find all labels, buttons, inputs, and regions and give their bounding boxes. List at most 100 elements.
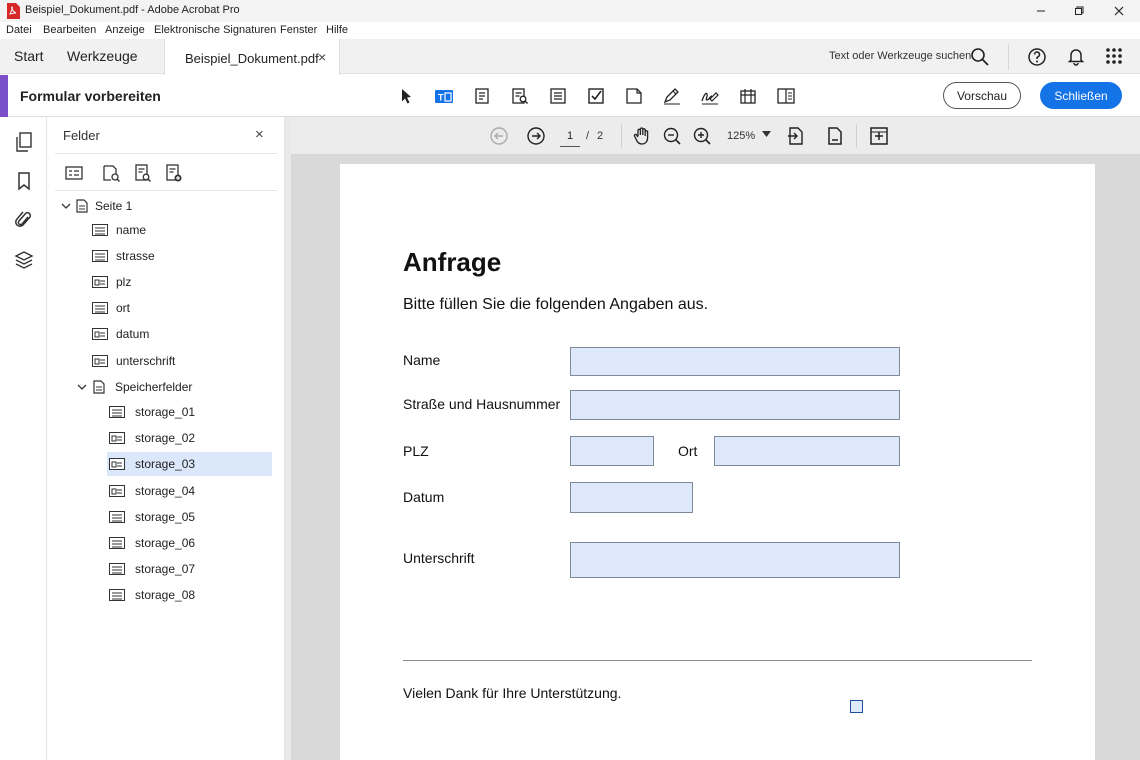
text-field-icon — [92, 250, 108, 263]
form-field-strasse[interactable] — [570, 390, 900, 420]
tree-group-node[interactable]: Speicherfelder — [93, 375, 192, 399]
menu-datei[interactable]: Datei — [6, 24, 32, 36]
document-footer: Vielen Dank für Ihre Unterstützung. — [403, 685, 622, 701]
field-properties-icon[interactable] — [64, 163, 84, 183]
minimize-button[interactable] — [1022, 0, 1060, 22]
add-field-icon[interactable] — [164, 163, 184, 183]
form-field-plz[interactable] — [570, 436, 654, 466]
select-cursor-icon[interactable] — [395, 86, 417, 106]
tree-field-label: storage_03 — [135, 457, 196, 472]
sign-tool-icon[interactable] — [699, 86, 721, 106]
menu-bearbeiten[interactable]: Bearbeiten — [43, 24, 96, 36]
list-box-icon[interactable] — [547, 86, 569, 106]
text-field-icon — [109, 537, 125, 549]
tree-field-plz[interactable]: plz — [92, 270, 131, 294]
hand-tool-icon[interactable] — [632, 126, 652, 146]
tree-field-label: storage_08 — [135, 588, 196, 603]
search-icon[interactable] — [970, 47, 990, 67]
bookmark-icon[interactable] — [14, 171, 34, 191]
zoom-dropdown-icon[interactable] — [762, 129, 771, 139]
previous-page-icon[interactable] — [489, 126, 509, 146]
single-page-view-icon[interactable] — [825, 126, 845, 146]
attachment-paperclip-icon[interactable] — [14, 210, 34, 230]
notifications-bell-icon[interactable] — [1066, 46, 1086, 66]
tree-field-datum[interactable]: datum — [92, 322, 149, 346]
tree-field-storage_08[interactable]: storage_08 — [109, 583, 195, 607]
document-divider-line — [403, 660, 1032, 661]
total-pages: 2 — [597, 130, 604, 142]
menu-fenster[interactable]: Fenster — [280, 24, 317, 36]
text-field-icon — [109, 432, 125, 445]
zoom-level[interactable]: 125% — [727, 130, 755, 142]
menu-hilfe[interactable]: Hilfe — [326, 24, 348, 36]
tab-start[interactable]: Start — [14, 48, 44, 64]
label-street: Straße und Hausnummer — [403, 396, 561, 412]
window-close-button[interactable] — [1100, 0, 1138, 22]
acrobat-app-icon — [6, 3, 20, 19]
tree-field-strasse[interactable]: strasse — [92, 244, 155, 268]
restore-button[interactable] — [1060, 0, 1098, 22]
fit-page-icon[interactable] — [786, 126, 806, 146]
panel-divider — [55, 153, 277, 154]
form-field-unterschrift[interactable] — [570, 542, 900, 578]
nav-divider — [621, 124, 622, 148]
zoom-in-icon[interactable] — [692, 126, 712, 146]
tool-search-label[interactable]: Text oder Werkzeuge suchen — [829, 50, 971, 62]
fields-panel-close-button[interactable]: × — [255, 126, 264, 143]
tree-field-storage_05[interactable]: storage_05 — [109, 505, 195, 529]
pages-thumbnail-icon[interactable] — [14, 132, 34, 152]
text-field-icon — [109, 563, 125, 576]
document-tab-close-button[interactable]: × — [318, 49, 326, 65]
text-field-icon — [109, 484, 125, 497]
tree-field-storage_06[interactable]: storage_06 — [109, 531, 195, 555]
text-field-tool-icon[interactable]: T — [433, 86, 455, 106]
signature-pen-icon[interactable] — [661, 86, 683, 106]
tree-field-label: storage_01 — [135, 405, 196, 419]
tree-field-storage_03[interactable]: storage_03 — [107, 452, 272, 477]
tree-page-node[interactable]: Seite 1 — [76, 194, 132, 218]
form-field-datum[interactable] — [570, 482, 693, 513]
auto-detect-fields-icon[interactable] — [101, 163, 121, 183]
chevron-down-icon[interactable] — [77, 383, 87, 394]
document-tab-label: Beispiel_Dokument.pdf — [185, 51, 319, 66]
compare-pages-icon[interactable] — [775, 86, 797, 106]
zoom-out-icon[interactable] — [662, 126, 682, 146]
tree-field-storage_07[interactable]: storage_07 — [109, 557, 195, 581]
close-form-editing-button[interactable]: Schließen — [1040, 82, 1122, 109]
label-date: Datum — [403, 489, 445, 505]
tree-field-name[interactable]: name — [92, 218, 146, 242]
form-field-name[interactable] — [570, 347, 900, 376]
text-field-icon — [109, 510, 125, 523]
barcode-tool-icon[interactable] — [737, 86, 759, 106]
next-page-icon[interactable] — [526, 126, 546, 146]
form-field-ort[interactable] — [714, 436, 900, 466]
menu-elektronische-signaturen[interactable]: Elektronische Signaturen — [154, 24, 276, 36]
insert-page-icon[interactable] — [869, 126, 889, 146]
tree-field-storage_02[interactable]: storage_02 — [109, 426, 195, 450]
tree-field-unterschrift[interactable]: unterschrift — [92, 349, 175, 373]
form-search-icon[interactable] — [509, 86, 531, 106]
form-text-icon[interactable] — [471, 86, 493, 106]
layers-icon[interactable] — [14, 250, 34, 270]
help-icon[interactable] — [1027, 47, 1047, 67]
page-document-icon — [76, 199, 88, 213]
tree-field-ort[interactable]: ort — [92, 296, 130, 320]
tree-field-storage_04[interactable]: storage_04 — [109, 479, 195, 503]
label-signature: Unterschrift — [403, 550, 475, 566]
tab-tools[interactable]: Werkzeuge — [67, 48, 138, 64]
tree-group-label: Speicherfelder — [115, 380, 193, 394]
field-search-icon[interactable] — [133, 163, 153, 183]
checkbox-icon[interactable] — [585, 86, 607, 106]
radio-button-icon[interactable] — [623, 86, 645, 106]
apps-grid-icon[interactable] — [1105, 47, 1123, 65]
preview-button[interactable]: Vorschau — [943, 82, 1021, 109]
tree-page-label: Seite 1 — [95, 199, 133, 213]
chevron-down-icon[interactable] — [61, 202, 71, 213]
tree-field-label: name — [116, 223, 147, 237]
current-page-input[interactable]: 1 — [560, 125, 580, 147]
toolbar-accent-strip — [0, 75, 8, 117]
selected-storage-field[interactable] — [850, 700, 863, 713]
menu-anzeige[interactable]: Anzeige — [105, 24, 145, 36]
tree-field-storage_01[interactable]: storage_01 — [109, 400, 195, 424]
label-zip: PLZ — [403, 443, 429, 459]
